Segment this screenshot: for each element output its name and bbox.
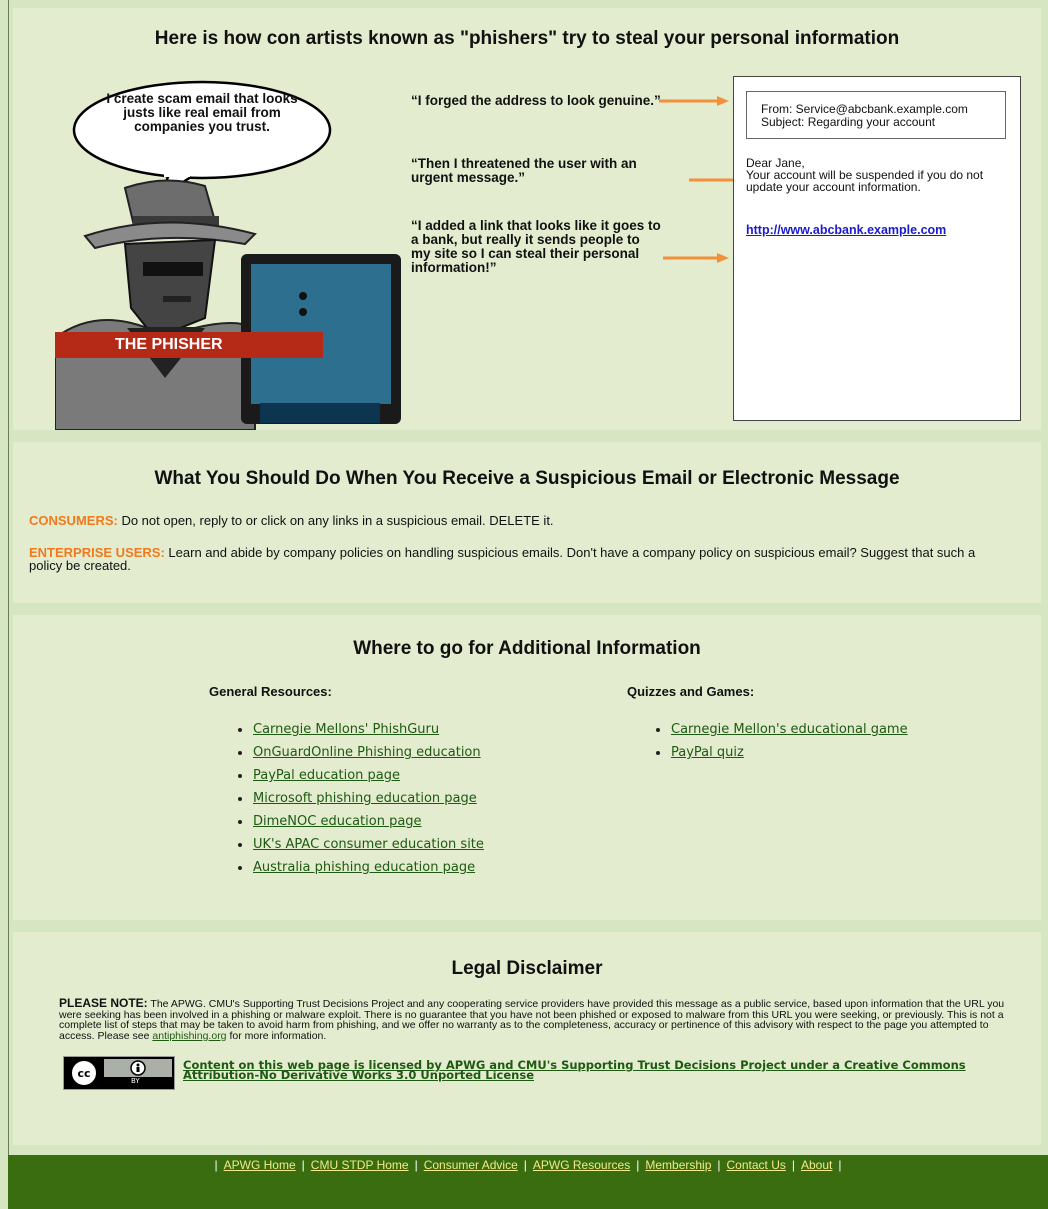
section-title-phishers: Here is how con artists known as "phishe… xyxy=(154,28,900,49)
email-body-text: Your account will be suspended if you do… xyxy=(746,168,984,194)
footer-link-contact-us[interactable]: Contact Us xyxy=(727,1158,786,1172)
section-title-additional-info: Where to go for Additional Information xyxy=(353,638,701,659)
enterprise-text: Learn and abide by company policies on h… xyxy=(29,545,976,573)
general-resources-list: Carnegie Mellons' PhishGuru OnGuardOnlin… xyxy=(235,718,484,879)
list-item: Carnegie Mellons' PhishGuru xyxy=(235,718,484,741)
what-to-do-panel: What You Should Do When You Receive a Su… xyxy=(13,442,1041,603)
link-paypal-education[interactable]: PayPal education page xyxy=(253,768,400,783)
phisher-illustration xyxy=(54,178,405,431)
footer-link-membership[interactable]: Membership xyxy=(645,1158,711,1172)
link-paypal-quiz[interactable]: PayPal quiz xyxy=(671,745,744,760)
section-title-legal: Legal Disclaimer xyxy=(451,958,603,979)
additional-info-panel: Where to go for Additional Information G… xyxy=(13,615,1041,920)
footer-link-about[interactable]: About xyxy=(801,1158,832,1172)
footer-separator: | xyxy=(523,1158,527,1172)
arrow-to-from-header xyxy=(659,96,729,106)
license-link[interactable]: Content on this web page is licensed by … xyxy=(183,1059,983,1081)
quote-threatened-user: “Then I threatened the user with an urge… xyxy=(411,156,637,185)
quizzes-games-list: Carnegie Mellon's educational game PayPa… xyxy=(653,718,908,764)
email-fake-link[interactable]: http://www.abcbank.example.com xyxy=(746,223,946,237)
list-item: PayPal education page xyxy=(235,764,484,787)
link-microsoft-education[interactable]: Microsoft phishing education page xyxy=(253,791,477,806)
link-australia-education[interactable]: Australia phishing education page xyxy=(253,860,475,875)
arrow-to-fake-link xyxy=(663,253,729,263)
link-uk-apac[interactable]: UK's APAC consumer education site xyxy=(253,837,484,852)
creative-commons-badge[interactable]: cc BY xyxy=(63,1056,175,1090)
link-onguardonline[interactable]: OnGuardOnline Phishing education xyxy=(253,745,481,760)
quote-fake-link: “I added a link that looks like it goes … xyxy=(411,218,661,275)
footer: | APWG Home | CMU STDP Home | Consumer Advice… xyxy=(8,1155,1048,1209)
legal-note-tail: for more information. xyxy=(226,1029,327,1042)
legal-note: PLEASE NOTE: The APWG. CMU's Supporting … xyxy=(59,997,1019,1042)
phisher-label: THE PHISHER xyxy=(55,332,323,358)
antiphishing-link[interactable]: antiphishing.org xyxy=(152,1030,226,1042)
enterprise-advice: ENTERPRISE USERS: Learn and abide by com… xyxy=(29,546,1009,572)
quote-forged-address: “I forged the address to look genuine.” xyxy=(411,93,661,108)
phishers-explanation-panel: Here is how con artists known as "phishe… xyxy=(13,8,1041,431)
general-resources-heading: General Resources: xyxy=(209,684,332,699)
svg-text:cc: cc xyxy=(77,1067,90,1080)
footer-link-apwg-home[interactable]: APWG Home xyxy=(224,1158,296,1172)
speech-bubble-text: I create scam email that looks justs lik… xyxy=(106,91,298,134)
section-title-what-to-do: What You Should Do When You Receive a Su… xyxy=(154,468,900,489)
footer-separator: | xyxy=(301,1158,305,1172)
email-body: Dear Jane, Your account will be suspende… xyxy=(746,157,1011,193)
list-item: OnGuardOnline Phishing education xyxy=(235,741,484,764)
list-item: Australia phishing education page xyxy=(235,856,484,879)
consumers-label: CONSUMERS: xyxy=(29,513,118,528)
link-dimenoc-education[interactable]: DimeNOC education page xyxy=(253,814,422,829)
email-header: From: Service@abcbank.example.com Subjec… xyxy=(746,91,1006,139)
footer-link-consumer-advice[interactable]: Consumer Advice xyxy=(424,1158,518,1172)
list-item: UK's APAC consumer education site xyxy=(235,833,484,856)
email-subject: Subject: Regarding your account xyxy=(761,115,936,129)
speech-bubble: I create scam email that looks justs lik… xyxy=(69,78,335,198)
list-item: Carnegie Mellon's educational game xyxy=(653,718,908,741)
quizzes-games-heading: Quizzes and Games: xyxy=(627,684,755,699)
list-item: Microsoft phishing education page xyxy=(235,787,484,810)
link-cmu-game[interactable]: Carnegie Mellon's educational game xyxy=(671,722,908,737)
footer-separator: | xyxy=(636,1158,640,1172)
page-frame: Here is how con artists known as "phishe… xyxy=(8,0,1048,1209)
consumers-advice: CONSUMERS: Do not open, reply to or clic… xyxy=(29,514,1009,527)
footer-separator: | xyxy=(414,1158,418,1172)
footer-separator: | xyxy=(838,1158,842,1172)
link-phishguru[interactable]: Carnegie Mellons' PhishGuru xyxy=(253,722,439,737)
footer-link-cmu-stdp-home[interactable]: CMU STDP Home xyxy=(311,1158,409,1172)
list-item: PayPal quiz xyxy=(653,741,908,764)
example-email: From: Service@abcbank.example.com Subjec… xyxy=(733,76,1021,421)
list-item: DimeNOC education page xyxy=(235,810,484,833)
consumers-text: Do not open, reply to or click on any li… xyxy=(117,513,554,528)
legal-disclaimer-panel: Legal Disclaimer PLEASE NOTE: The APWG. … xyxy=(13,932,1041,1145)
cc-by-text: BY xyxy=(131,1077,140,1085)
footer-separator: | xyxy=(717,1158,721,1172)
footer-nav: | APWG Home | CMU STDP Home | Consumer Advice… xyxy=(8,1155,1048,1176)
footer-link-apwg-resources[interactable]: APWG Resources xyxy=(533,1158,630,1172)
footer-separator: | xyxy=(214,1158,218,1172)
footer-separator: | xyxy=(791,1158,795,1172)
